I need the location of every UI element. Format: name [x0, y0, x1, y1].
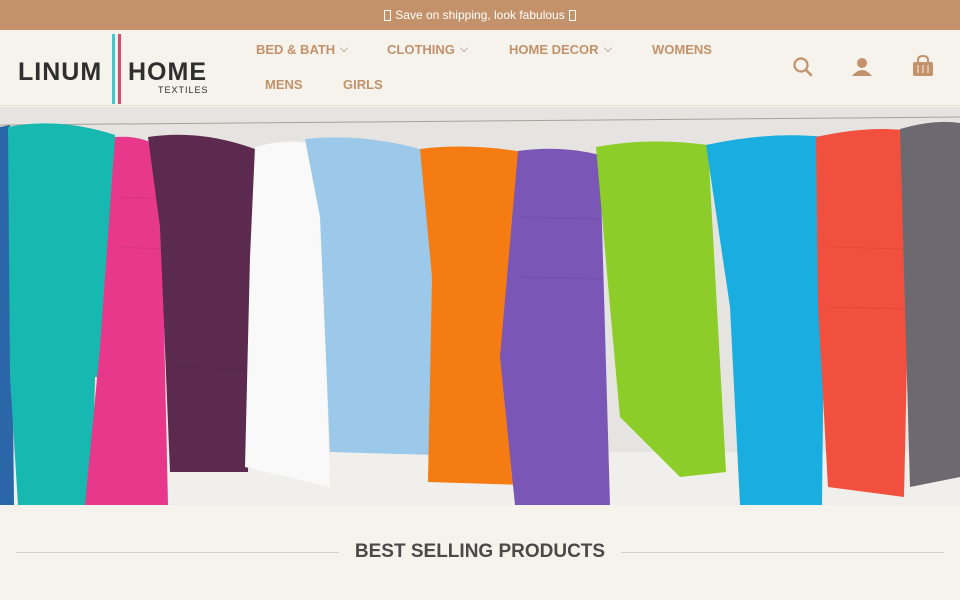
- logo-word-home: HOME: [128, 58, 207, 86]
- promo-bar: Save on shipping, look fabulous: [0, 0, 960, 30]
- section-title: BEST SELLING PRODUCTS: [354, 541, 606, 562]
- logo-word-textiles: TEXTILES: [158, 85, 209, 95]
- nav-item-label: CLOTHING: [387, 42, 455, 57]
- nav-item-mens[interactable]: MENS: [265, 77, 303, 92]
- nav-item-label: MENS: [265, 77, 303, 92]
- hero-banner-image[interactable]: [0, 107, 960, 505]
- scarves-illustration: [0, 107, 960, 505]
- account-icon[interactable]: [849, 54, 875, 80]
- nav-item-label: GIRLS: [343, 77, 383, 92]
- nav-item-label: WOMENS: [652, 42, 712, 57]
- nav-item-home-decor[interactable]: HOME DECOR: [509, 42, 612, 57]
- search-icon[interactable]: [790, 54, 816, 80]
- section-heading-row: BEST SELLING PRODUCTS: [16, 534, 944, 570]
- logo-bar-pink: [118, 34, 121, 104]
- divider-left: [16, 551, 339, 553]
- emoji-glyph-left: [384, 9, 392, 21]
- site-logo[interactable]: LINUM HOME TEXTILES: [18, 34, 213, 106]
- nav-item-girls[interactable]: GIRLS: [343, 77, 383, 92]
- site-header: LINUM HOME TEXTILES BED & BATH CLOTHING …: [0, 30, 960, 106]
- chevron-down-icon: [339, 43, 349, 53]
- nav-item-womens[interactable]: WOMENS: [652, 42, 712, 57]
- nav-item-label: HOME DECOR: [509, 42, 599, 57]
- logo-bar-teal: [112, 34, 115, 104]
- chevron-down-icon: [603, 43, 612, 53]
- promo-text: Save on shipping, look fabulous: [395, 8, 565, 22]
- nav-item-label: BED & BATH: [256, 42, 336, 57]
- chevron-down-icon: [459, 43, 469, 53]
- nav-item-bed-bath[interactable]: BED & BATH: [256, 42, 349, 57]
- cart-icon[interactable]: [910, 53, 936, 79]
- emoji-glyph-right: [568, 9, 576, 21]
- divider-right: [621, 551, 944, 553]
- logo-word-linum: LINUM: [18, 58, 103, 86]
- nav-item-clothing[interactable]: CLOTHING: [387, 42, 469, 57]
